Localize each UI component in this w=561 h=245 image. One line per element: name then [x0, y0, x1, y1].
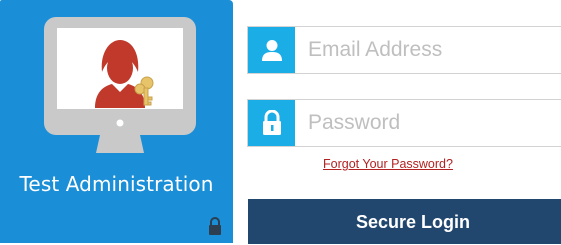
user-icon	[248, 27, 295, 73]
secure-login-button[interactable]: Secure Login	[248, 199, 561, 244]
test-administration-tile[interactable]: Test Administration	[0, 0, 233, 243]
admin-monitor-icon	[44, 17, 196, 153]
email-input[interactable]	[300, 27, 561, 73]
forgot-password-link[interactable]: Forgot Your Password?	[323, 157, 453, 171]
password-field	[247, 99, 561, 147]
lock-icon	[248, 100, 295, 146]
password-input[interactable]	[300, 100, 561, 146]
tile-label: Test Administration	[19, 172, 214, 196]
email-field	[247, 26, 561, 74]
lock-icon	[209, 217, 221, 235]
